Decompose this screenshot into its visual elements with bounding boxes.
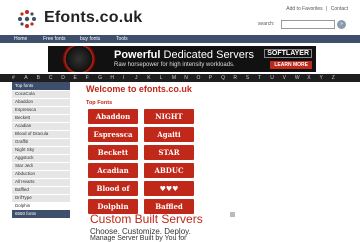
site-header: Efonts.co.uk Add to Favorites | Contact …: [0, 0, 360, 34]
site-title[interactable]: Efonts.co.uk: [44, 9, 142, 27]
alphabet-letter[interactable]: W: [295, 75, 300, 81]
alphabet-letter[interactable]: C: [49, 75, 53, 81]
alphabet-letter[interactable]: A: [24, 75, 27, 81]
alphabet-letter[interactable]: K: [147, 75, 150, 81]
alphabet-letter[interactable]: F: [86, 75, 89, 81]
alphabet-letter[interactable]: B: [37, 75, 40, 81]
alphabet-letter[interactable]: O: [197, 75, 201, 81]
alphabet-letter[interactable]: G: [98, 75, 102, 81]
ad-text-line2: Manage Server Built by You for: [90, 235, 187, 242]
alphabet-letter[interactable]: Z: [332, 75, 335, 81]
alphabet-letter[interactable]: Q: [221, 75, 225, 81]
alphabet-letter[interactable]: E: [74, 75, 77, 81]
speedometer-icon: [62, 46, 96, 72]
top-links: Add to Favorites | Contact: [284, 6, 348, 12]
alphabet-bar: # A B C D E F G H I J K L M N O P Q R S T U V W X Y Z: [0, 74, 360, 82]
font-preview-tile[interactable]: STAR: [144, 145, 194, 160]
alphabet-letter[interactable]: V: [283, 75, 286, 81]
main-content: Welcome to efonts.co.uk Top Fonts Abaddo…: [80, 82, 340, 242]
search-button[interactable]: »: [337, 20, 346, 29]
font-preview-tile[interactable]: ABDUC: [144, 163, 194, 178]
font-preview-tile[interactable]: Agaiti: [144, 127, 194, 142]
main-nav: Home Free fonts buy fonts Tools: [0, 35, 360, 43]
ad-banner[interactable]: Powerful Dedicated Servers Raw horsepowe…: [48, 46, 316, 72]
font-preview-tile[interactable]: NIGHT: [144, 109, 194, 124]
ad-choices-icon[interactable]: [230, 212, 235, 217]
font-preview-tile[interactable]: Beckett: [88, 145, 138, 160]
learn-more-button[interactable]: LEARN MORE: [270, 61, 312, 69]
nav-tools[interactable]: Tools: [116, 36, 128, 42]
sidebar: Top fonts CocaCola Abaddon Espressca Becket…: [12, 82, 70, 219]
alphabet-letter[interactable]: Y: [320, 75, 323, 81]
banner-brand-logo: SOFTLAYER: [264, 49, 312, 58]
alphabet-letter[interactable]: X: [307, 75, 310, 81]
font-preview-tile[interactable]: Espressca: [88, 127, 138, 142]
ad-title[interactable]: Custom Built Servers: [90, 212, 203, 226]
add-favorites-link[interactable]: Add to Favorites: [286, 6, 322, 12]
font-preview-tile[interactable]: Acadian: [88, 163, 138, 178]
font-preview-tile[interactable]: Blood of: [88, 181, 138, 196]
alphabet-letter[interactable]: R: [233, 75, 237, 81]
alphabet-letter[interactable]: T: [258, 75, 261, 81]
alphabet-letter[interactable]: H: [110, 75, 114, 81]
nav-home[interactable]: Home: [14, 36, 27, 42]
alphabet-letter[interactable]: J: [135, 75, 138, 81]
contact-link[interactable]: Contact: [331, 6, 348, 12]
alphabet-letter[interactable]: L: [160, 75, 163, 81]
alphabet-letter[interactable]: D: [61, 75, 65, 81]
font-preview-tile[interactable]: Abaddon: [88, 109, 138, 124]
alphabet-letter[interactable]: U: [270, 75, 274, 81]
search-input[interactable]: [281, 20, 335, 29]
nav-free-fonts[interactable]: Free fonts: [43, 36, 66, 42]
alphabet-letter[interactable]: M: [172, 75, 176, 81]
font-preview-tile[interactable]: ♥♥♥: [144, 181, 194, 196]
alphabet-letter[interactable]: N: [184, 75, 188, 81]
alphabet-letter[interactable]: I: [123, 75, 124, 81]
alphabet-letter[interactable]: P: [209, 75, 212, 81]
banner-headline: Powerful Dedicated Servers: [114, 49, 255, 61]
alphabet-letter[interactable]: #: [12, 75, 15, 81]
alphabet-letter[interactable]: S: [246, 75, 249, 81]
sidebar-font-count: 6550 fonts: [12, 210, 70, 219]
page-title: Welcome to efonts.co.uk: [86, 84, 192, 94]
search-label: search:: [258, 21, 275, 27]
banner-subline: Raw horsepower for high intensity worklo…: [114, 62, 235, 68]
top-links-separator: |: [326, 6, 328, 12]
nav-buy-fonts[interactable]: buy fonts: [80, 36, 100, 42]
top-fonts-heading: Top Fonts: [86, 100, 113, 106]
logo-icon: [18, 10, 36, 28]
